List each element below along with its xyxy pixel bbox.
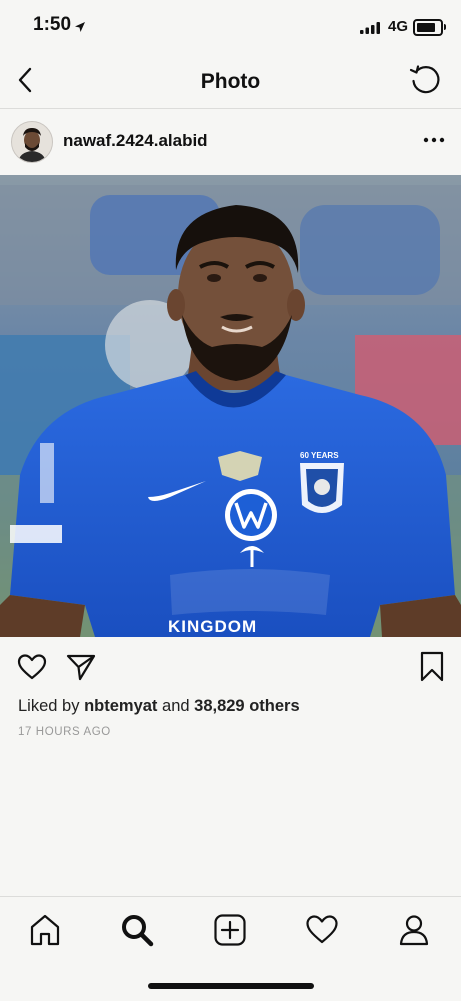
home-icon[interactable] bbox=[28, 913, 62, 947]
avatar-image bbox=[12, 122, 52, 162]
player-photo-image bbox=[0, 175, 461, 637]
location-arrow-icon bbox=[75, 22, 85, 32]
heart-icon[interactable] bbox=[17, 653, 47, 681]
home-indicator[interactable] bbox=[148, 983, 314, 989]
header-divider bbox=[0, 108, 461, 109]
cellular-signal-icon bbox=[360, 22, 380, 34]
status-time: 1:50 bbox=[33, 14, 72, 35]
avatar[interactable] bbox=[11, 121, 53, 163]
post-photo[interactable]: 60 YEARS KINGDOM bbox=[0, 175, 461, 637]
liked-by-prefix: Liked by bbox=[18, 697, 80, 715]
new-post-icon[interactable] bbox=[213, 913, 247, 947]
network-type: 4G bbox=[388, 18, 409, 35]
post-time-ago: 17 HOURS AGO bbox=[18, 726, 111, 738]
bookmark-icon[interactable] bbox=[419, 651, 445, 683]
activity-heart-icon[interactable] bbox=[305, 913, 339, 947]
liked-by-others[interactable]: 38,829 others bbox=[194, 697, 299, 715]
refresh-icon[interactable] bbox=[408, 63, 442, 97]
profile-icon[interactable] bbox=[397, 913, 431, 947]
more-dots-icon[interactable] bbox=[422, 128, 446, 152]
liked-by-joiner: and bbox=[162, 697, 190, 715]
jersey-badge-text: 60 YEARS bbox=[300, 451, 339, 460]
liked-by-summary[interactable]: Liked by nbtemyat and 38,829 others bbox=[18, 697, 300, 716]
battery-icon bbox=[413, 19, 446, 36]
page-title: Photo bbox=[200, 70, 261, 93]
paper-plane-icon[interactable] bbox=[66, 653, 96, 681]
post-username[interactable]: nawaf.2424.alabid bbox=[63, 131, 208, 151]
jersey-sponsor-text: KINGDOM bbox=[168, 617, 258, 636]
liked-by-user[interactable]: nbtemyat bbox=[84, 697, 157, 715]
search-icon[interactable] bbox=[120, 913, 154, 947]
